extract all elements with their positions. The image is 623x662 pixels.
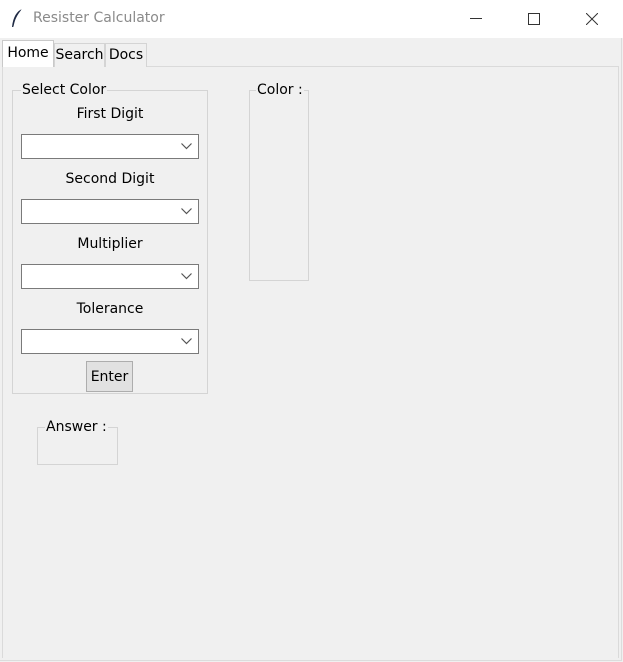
close-icon (586, 13, 598, 25)
close-button[interactable] (569, 0, 615, 38)
feather-icon (12, 8, 23, 28)
tab-search[interactable]: Search (54, 43, 105, 67)
tolerance-combobox[interactable] (21, 329, 199, 354)
chevron-down-icon (181, 143, 192, 150)
window-title: Resister Calculator (33, 10, 165, 26)
color-title: Color : (256, 82, 304, 98)
multiplier-combobox[interactable] (21, 264, 199, 289)
minimize-button[interactable] (453, 0, 499, 38)
chevron-down-icon (181, 338, 192, 345)
tab-docs[interactable]: Docs (105, 43, 147, 67)
first-digit-label: First Digit (76, 106, 144, 122)
enter-button[interactable]: Enter (86, 361, 133, 392)
chevron-down-icon (181, 273, 192, 280)
second-digit-label: Second Digit (65, 171, 155, 187)
tolerance-label: Tolerance (76, 301, 144, 317)
title-bar: Resister Calculator (0, 0, 623, 38)
chevron-down-icon (181, 208, 192, 215)
second-digit-combobox[interactable] (21, 199, 199, 224)
maximize-button[interactable] (511, 0, 557, 38)
tab-home[interactable]: Home (2, 40, 54, 67)
answer-title: Answer : (45, 419, 108, 435)
minimize-icon (470, 18, 482, 19)
maximize-icon (528, 13, 540, 25)
multiplier-label: Multiplier (77, 236, 143, 252)
answer-frame: Answer : (37, 419, 118, 465)
select-color-title: Select Color (21, 82, 108, 98)
first-digit-combobox[interactable] (21, 134, 199, 159)
color-frame: Color : (249, 82, 309, 281)
